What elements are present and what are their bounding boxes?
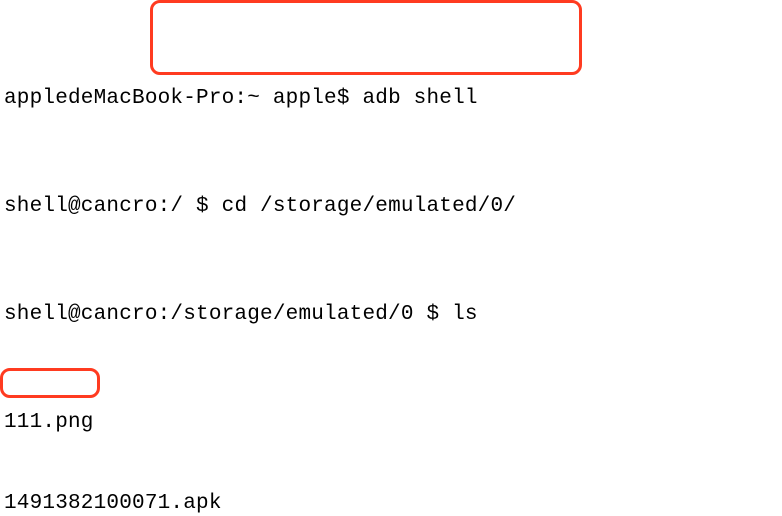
prompt-host-2: shell@cancro:/ $	[4, 195, 222, 218]
prompt-line-3: shell@cancro:/storage/emulated/0 $ ls	[4, 301, 778, 328]
prompt-host-1: appledeMacBook-Pro:~ apple$	[4, 87, 362, 110]
prompt-line-2: shell@cancro:/ $ cd /storage/emulated/0/	[4, 193, 778, 220]
terminal-output: appledeMacBook-Pro:~ apple$ adb shell sh…	[0, 0, 782, 516]
ls-output-item: 111.png	[4, 409, 778, 436]
ls-output-item: 1491382100071.apk	[4, 490, 778, 516]
command-3: ls	[452, 303, 478, 326]
command-2: cd /storage/emulated/0/	[222, 195, 516, 218]
annotation-box-commands	[150, 0, 582, 75]
command-1: adb shell	[362, 87, 477, 110]
prompt-line-1: appledeMacBook-Pro:~ apple$ adb shell	[4, 85, 778, 112]
annotation-box-dcim	[0, 368, 100, 398]
prompt-host-3: shell@cancro:/storage/emulated/0 $	[4, 303, 452, 326]
